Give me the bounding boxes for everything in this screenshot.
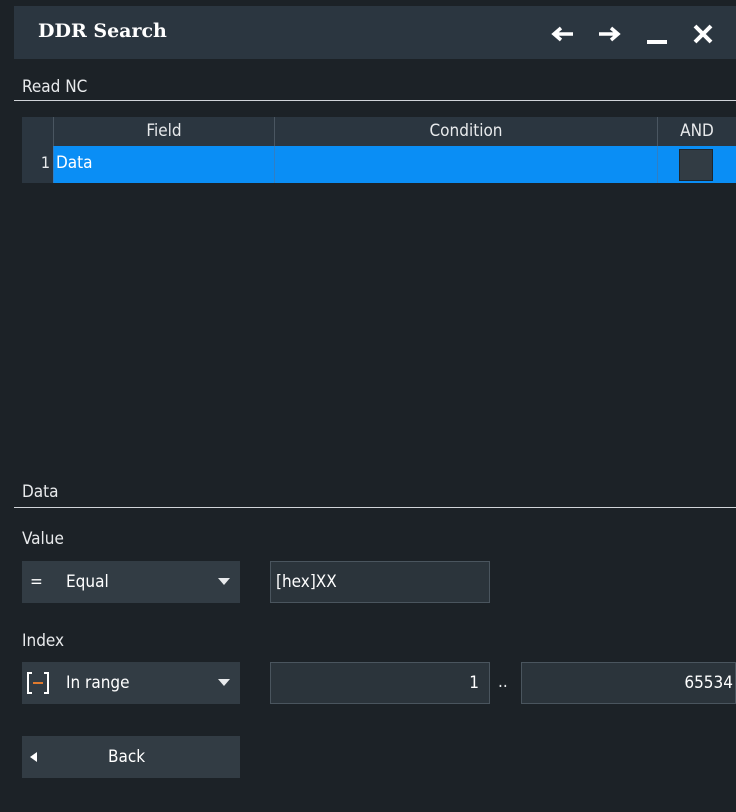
back-button[interactable]: Back [22,736,240,778]
cell-condition[interactable] [274,146,657,183]
table-header: Field Condition AND [22,117,736,146]
index-label: Index [22,631,65,651]
section-label-read-nc: Read NC [22,77,88,97]
minimize-icon[interactable] [642,19,672,49]
index-operator-text: In range [66,673,130,693]
value-operator-dropdown[interactable]: = Equal [22,561,240,603]
value-operator-text: Equal [66,572,109,592]
close-icon[interactable] [688,19,718,49]
dropdown-arrow-icon [218,679,230,686]
index-operator-dropdown[interactable]: In range [22,662,240,704]
range-separator: .. [498,672,508,692]
value-label: Value [22,529,64,549]
title-bar: DDR Search [14,6,736,59]
section-label-data: Data [22,482,59,502]
equal-icon: = [30,572,43,592]
column-header-condition[interactable]: Condition [274,117,657,146]
column-header-and[interactable]: AND [657,117,736,146]
window-title: DDR Search [38,20,167,42]
table-row[interactable]: 1 Data [22,146,736,183]
triangle-left-icon [30,752,37,762]
arrow-right-icon[interactable] [594,19,624,49]
section-divider [14,507,736,508]
dropdown-arrow-icon [218,578,230,585]
row-number: 1 [22,146,53,183]
column-header-field[interactable]: Field [53,117,274,146]
cell-field[interactable]: Data [53,146,274,183]
section-divider [14,100,736,101]
index-from-input[interactable]: 1 [270,662,490,704]
range-icon [26,662,50,704]
value-input[interactable]: [hex]XX [270,561,490,603]
index-to-input[interactable]: 65534 [521,662,736,704]
back-button-label: Back [108,747,146,767]
and-checkbox[interactable] [679,149,713,181]
arrow-left-icon[interactable] [548,19,578,49]
